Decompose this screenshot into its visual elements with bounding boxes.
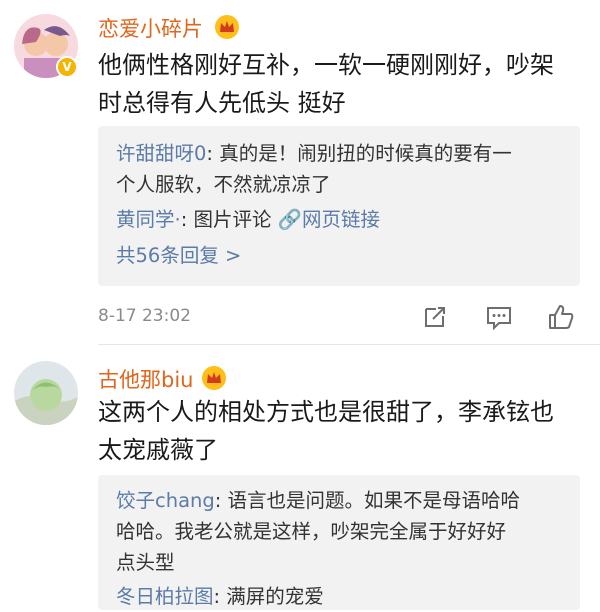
reply-text: 点头型 bbox=[116, 551, 175, 574]
link-icon: 🔗 bbox=[277, 208, 302, 231]
timestamp: 8-17 23:02 bbox=[98, 306, 191, 326]
comment-text: 这两个人的相处方式也是很甜了，李承铉也 太宠戚薇了 bbox=[98, 393, 588, 469]
vip-crown-icon bbox=[215, 15, 239, 39]
verified-badge-icon: V bbox=[56, 56, 78, 78]
reply-box[interactable]: 饺子chang: 语言也是问题。如果不是母语哈哈 哈哈。我老公就是这样，吵架完全… bbox=[98, 475, 580, 610]
more-replies-link[interactable]: 共56条回复 > bbox=[116, 240, 241, 271]
reply-username[interactable]: 许甜甜呀0 bbox=[116, 142, 206, 165]
comment-text-line: 太宠戚薇了 bbox=[98, 436, 218, 464]
reply-item[interactable]: 黄同学·: 图片评论 🔗网页链接 bbox=[116, 204, 380, 235]
web-link[interactable]: 网页链接 bbox=[302, 208, 380, 231]
username[interactable]: 恋爱小碎片 bbox=[98, 13, 203, 43]
reply-text: : 真的是！闹别扭的时候真的要有一 bbox=[206, 142, 512, 165]
reply-text: 哈哈。我老公就是这样，吵架完全属于好好好 bbox=[116, 520, 507, 543]
reply-text: : 图片评论 bbox=[180, 208, 278, 231]
comment-text-line: 时总得有人先低头 挺好 bbox=[98, 89, 346, 117]
reply-item[interactable]: 冬日柏拉图: 满屏的宠爱 bbox=[116, 581, 324, 612]
like-icon[interactable] bbox=[546, 302, 576, 332]
comment-item: 古他那biu 这两个人的相处方式也是很甜了，李承铉也 太宠戚薇了 饺子chang… bbox=[0, 345, 600, 610]
username[interactable]: 古他那biu bbox=[98, 364, 193, 394]
reply-username[interactable]: 黄同学· bbox=[116, 208, 181, 231]
comment-text: 他俩性格刚好互补，一软一硬刚刚好，吵架 时总得有人先低头 挺好 bbox=[98, 46, 588, 122]
reply-text: : 语言也是问题。如果不是母语哈哈 bbox=[214, 489, 521, 512]
comment-item: V 恋爱小碎片 他俩性格刚好互补，一软一硬刚刚好，吵架 时总得有人先低头 挺好 … bbox=[0, 0, 600, 345]
comment-text-line: 他俩性格刚好互补，一软一硬刚刚好，吵架 bbox=[98, 51, 554, 79]
avatar[interactable] bbox=[14, 361, 78, 425]
vip-crown-icon bbox=[202, 366, 226, 390]
reply-item[interactable]: 饺子chang: 语言也是问题。如果不是母语哈哈 bbox=[116, 485, 520, 516]
comment-text-line: 这两个人的相处方式也是很甜了，李承铉也 bbox=[98, 398, 554, 426]
reply-box[interactable]: 许甜甜呀0: 真的是！闹别扭的时候真的要有一 个人服软，不然就凉凉了 黄同学·:… bbox=[98, 126, 580, 286]
reply-item[interactable]: 许甜甜呀0: 真的是！闹别扭的时候真的要有一 bbox=[116, 138, 512, 169]
reply-text: 个人服软，不然就凉凉了 bbox=[116, 173, 331, 196]
share-icon[interactable] bbox=[420, 302, 450, 332]
reply-username[interactable]: 饺子chang bbox=[116, 489, 215, 512]
comment-icon[interactable] bbox=[484, 302, 514, 332]
